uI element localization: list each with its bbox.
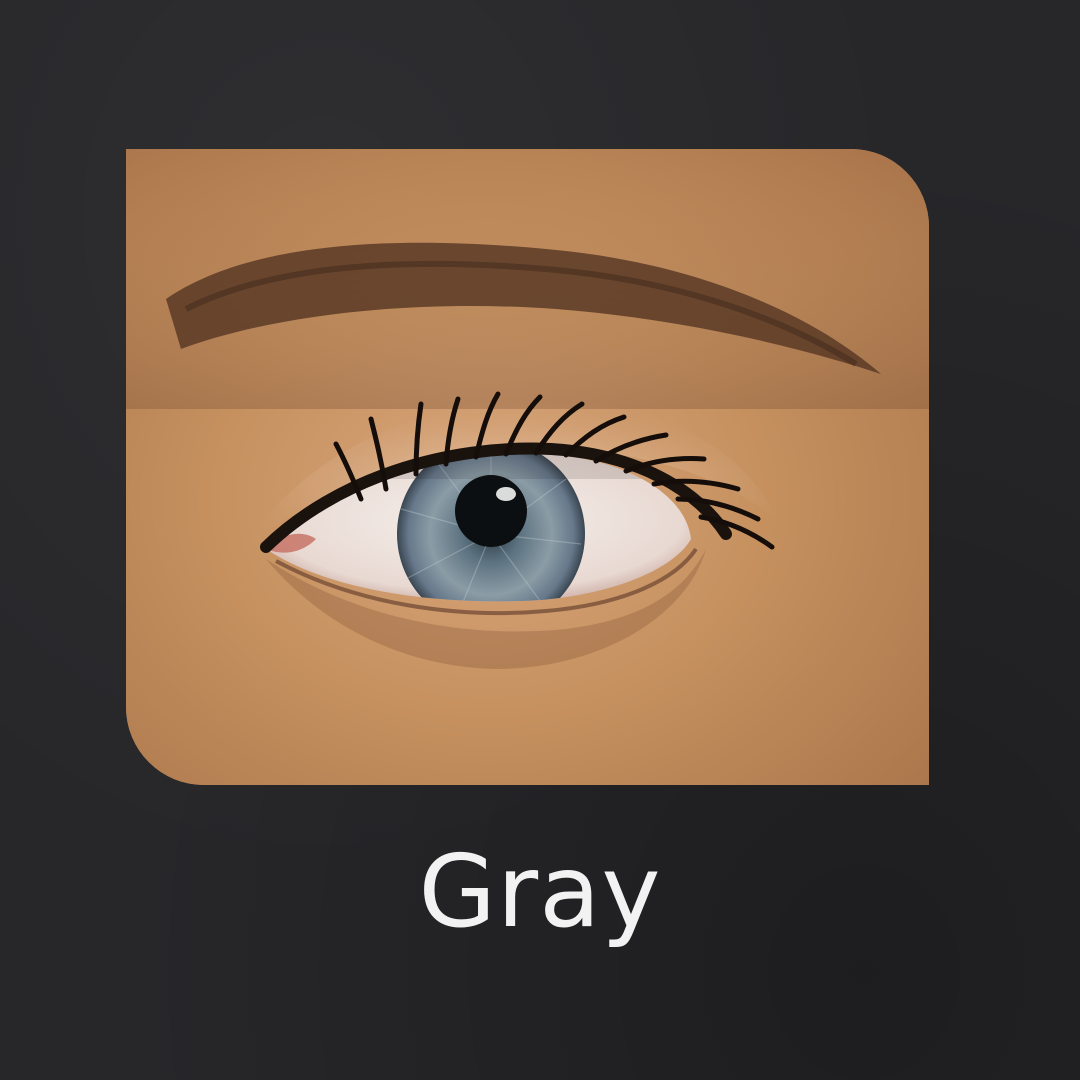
- eye-closeup-illustration: [126, 149, 929, 785]
- eye-photo: [126, 149, 929, 785]
- color-name-label: Gray: [418, 833, 662, 950]
